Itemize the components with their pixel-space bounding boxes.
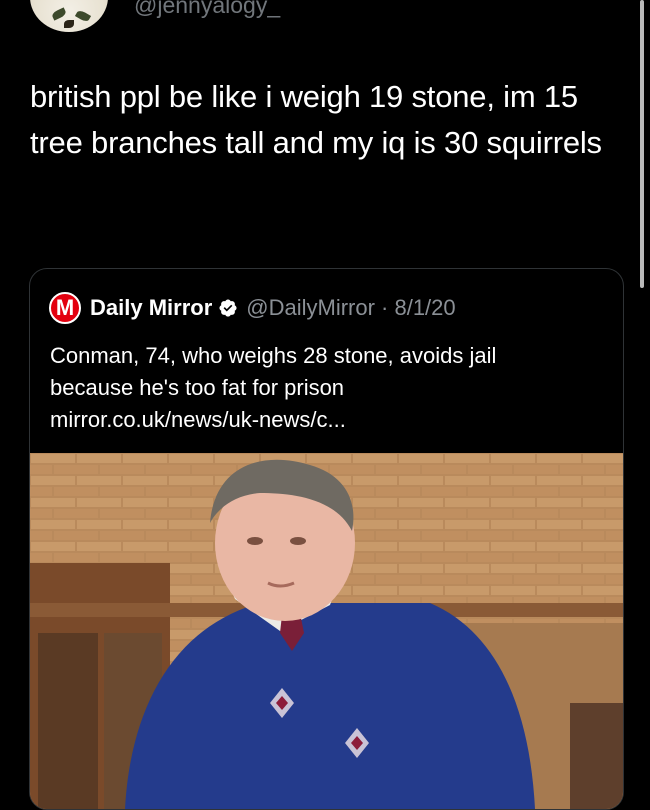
avatar-decoration — [74, 9, 92, 23]
avatar-decoration — [50, 7, 68, 21]
scrollbar[interactable] — [640, 0, 644, 288]
daily-mirror-logo[interactable]: M — [49, 292, 81, 324]
photo-man-in-blue-sweater — [30, 453, 623, 809]
quoted-author-name[interactable]: Daily Mirror — [90, 295, 212, 321]
quoted-tweet-text: Conman, 74, who weighs 28 stone, avoids … — [50, 340, 610, 436]
quoted-photo[interactable] — [30, 453, 623, 809]
quoted-tweet-header: M Daily Mirror @DailyMirror · 8/1/20 — [49, 291, 456, 325]
quoted-author-meta[interactable]: @DailyMirror · 8/1/20 — [246, 295, 455, 321]
author-handle[interactable]: @jennyalogy_ — [134, 0, 280, 17]
avatar-decoration — [64, 20, 74, 28]
quoted-tweet-card[interactable]: M Daily Mirror @DailyMirror · 8/1/20 Con… — [29, 268, 624, 810]
quoted-link[interactable]: mirror.co.uk/news/uk-news/c... — [50, 404, 610, 436]
quoted-text-line: Conman, 74, who weighs 28 stone, avoids … — [50, 343, 497, 368]
tweet-text: british ppl be like i weigh 19 stone, im… — [30, 79, 602, 160]
quoted-text-line: because he's too fat for prison — [50, 375, 345, 400]
verified-badge-icon — [218, 298, 238, 318]
author-avatar[interactable] — [30, 0, 108, 32]
